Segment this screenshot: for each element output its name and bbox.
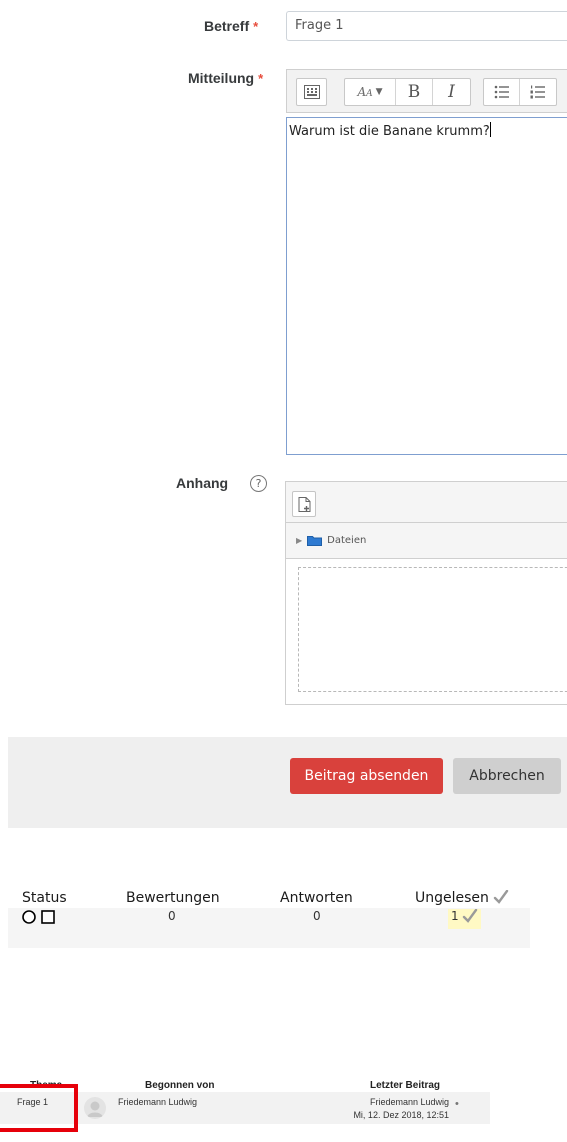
required-mark: * xyxy=(258,71,264,86)
editor-toolbar: AA ▼ B I xyxy=(286,69,567,113)
avatar[interactable] xyxy=(84,1097,106,1119)
message-text: Warum ist die Banane krumm? xyxy=(289,124,490,139)
toolbar-group-2: AA ▼ B I xyxy=(344,78,471,106)
header-last-post: Letzter Beitrag xyxy=(370,1080,441,1091)
row-action-menu[interactable]: • xyxy=(455,1098,459,1110)
font-style-dropdown[interactable]: AA ▼ xyxy=(345,79,396,105)
subject-label: Betreff * xyxy=(204,18,259,34)
cancel-button[interactable]: Abbrechen xyxy=(453,758,561,794)
header-started-by: Begonnen von xyxy=(145,1080,215,1091)
chevron-down-icon: ▼ xyxy=(375,87,383,97)
unread-value[interactable]: 1 xyxy=(448,908,482,929)
message-editor[interactable]: Warum ist die Banane krumm? xyxy=(286,117,567,455)
checkmark-icon[interactable] xyxy=(493,889,509,904)
replies-value: 0 xyxy=(313,909,321,923)
subject-input[interactable]: Frage 1 xyxy=(286,11,567,41)
checkmark-icon[interactable] xyxy=(462,908,478,923)
add-file-icon xyxy=(298,496,310,512)
help-icon[interactable]: ? xyxy=(250,475,267,492)
file-drop-zone[interactable] xyxy=(298,567,567,692)
started-by-name[interactable]: Friedemann Ludwig xyxy=(118,1097,197,1107)
add-file-button[interactable] xyxy=(292,491,316,517)
user-avatar-icon xyxy=(84,1097,106,1119)
caret-right-icon[interactable]: ▶ xyxy=(296,536,302,545)
file-path-bar: ▶ Dateien xyxy=(285,523,567,559)
header-unread: Ungelesen xyxy=(415,889,509,906)
ratings-value: 0 xyxy=(168,909,176,923)
folder-name[interactable]: Dateien xyxy=(327,535,366,546)
paragraph-style-icon: AA xyxy=(357,85,373,99)
last-post-user[interactable]: Friedemann Ludwig xyxy=(341,1097,449,1107)
file-manager-toolbar xyxy=(285,481,567,523)
submit-post-button[interactable]: Beitrag absenden xyxy=(290,758,443,794)
text-cursor xyxy=(489,122,491,137)
status-table: Status Bewertungen Antworten Ungelesen 0… xyxy=(8,887,530,949)
form-button-bar: Beitrag absenden Abbrechen xyxy=(8,737,567,828)
folder-icon xyxy=(307,536,323,546)
bold-button[interactable]: B xyxy=(396,79,433,105)
table-row: 0 0 1 xyxy=(8,908,530,948)
header-status: Status xyxy=(22,890,67,906)
radio-circle-icon[interactable] xyxy=(22,910,36,924)
header-replies: Antworten xyxy=(280,890,353,906)
toolbar-group-1 xyxy=(296,78,327,106)
message-label: Mitteilung * xyxy=(188,70,264,86)
checkbox-square-icon[interactable] xyxy=(41,910,55,924)
toolbar-group-3 xyxy=(483,78,557,106)
file-drop-container xyxy=(285,559,567,705)
highlight-box xyxy=(0,1084,78,1132)
required-mark: * xyxy=(253,19,259,34)
attachment-label: Anhang xyxy=(176,475,229,491)
ordered-list-icon[interactable] xyxy=(520,79,556,105)
header-ratings: Bewertungen xyxy=(126,890,220,906)
toolbar-toggle-icon[interactable] xyxy=(297,79,326,105)
italic-button[interactable]: I xyxy=(433,79,470,105)
last-post-date[interactable]: Mi, 12. Dez 2018, 12:51 xyxy=(341,1110,449,1120)
unordered-list-icon[interactable] xyxy=(484,79,520,105)
